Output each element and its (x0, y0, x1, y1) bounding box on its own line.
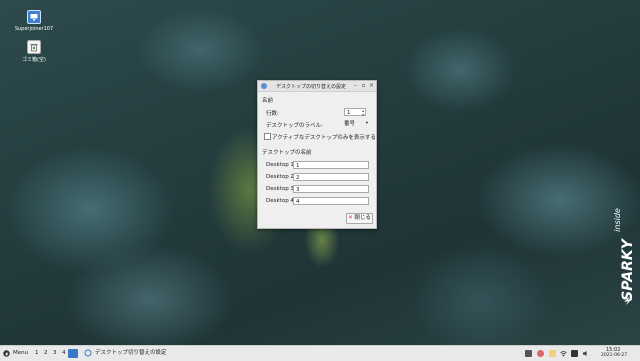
desktop-label-label: デスクトップのラベル: (266, 123, 323, 129)
dialog-titlebar[interactable]: デスクトップの切り替えの設定 – ▫ × (258, 81, 376, 92)
minimize-icon[interactable]: – (352, 82, 359, 89)
desktop-names-heading: デスクトップの名前 (262, 150, 312, 156)
active-only-checkbox[interactable] (264, 133, 271, 140)
brand-text: SPARKY (620, 237, 636, 301)
desktop-3-label: Desktop 3: (266, 186, 296, 192)
notes-icon[interactable] (549, 350, 556, 357)
desktop-4-name-field[interactable]: 4 (293, 197, 369, 205)
screenshot-icon[interactable] (525, 350, 532, 357)
close-icon[interactable]: × (368, 82, 375, 89)
network-icon[interactable] (560, 350, 567, 357)
rows-spinbox[interactable]: 1 ▴ ▾ (344, 108, 366, 117)
desktop-1-label: Desktop 1: (266, 162, 296, 168)
task-app-icon (84, 349, 92, 357)
name-section-heading: 名前 (262, 98, 274, 104)
desktop-2-value: 2 (296, 175, 300, 181)
close-button[interactable]: ✕ 閉じる (346, 213, 373, 224)
dialog-title: デスクトップの切り替えの設定 (275, 84, 346, 90)
close-x-icon: ✕ (348, 215, 353, 221)
desktop-icon-computer[interactable]: Superjoiner107 (14, 10, 54, 32)
desktop-icon-label: Superjoiner107 (14, 26, 54, 32)
rows-value: 1 (347, 110, 351, 116)
taskbar: Menu 1 2 3 4 デスクトップ切り替えの設定 15:02 2021-06… (0, 345, 640, 361)
workspace-3[interactable]: 3 (53, 349, 57, 358)
task-button[interactable]: デスクトップ切り替えの設定 (95, 349, 167, 358)
trash-icon (27, 40, 41, 54)
menu-button[interactable]: Menu (13, 349, 28, 358)
clock-date[interactable]: 2021-06-27 (601, 353, 627, 359)
battery-icon[interactable] (571, 350, 578, 357)
desktop-2-label: Desktop 2: (266, 174, 296, 180)
desktop-4-label: Desktop 4: (266, 198, 296, 204)
sparky-logo: inside SPARKY (606, 180, 640, 320)
app-icon (261, 83, 267, 89)
workspace-4[interactable]: 4 (62, 349, 66, 358)
rows-label: 行数: (266, 111, 279, 117)
desktop-label-value: 番号 (344, 121, 356, 127)
desktop-background: Superjoiner107 ゴミ箱(空) inside SPARKY デスクト… (0, 0, 640, 345)
workspace-2[interactable]: 2 (44, 349, 48, 358)
spin-arrows-icon[interactable]: ▴ ▾ (362, 109, 364, 117)
chevron-down-icon: ▾ (365, 121, 368, 126)
desktop-4-value: 4 (296, 199, 300, 205)
desktop-label-combo[interactable]: 番号 ▾ (344, 120, 368, 128)
desktop-1-value: 1 (296, 163, 300, 169)
show-desktop-icon[interactable] (68, 349, 78, 358)
desktop-icon-trash[interactable]: ゴミ箱(空) (14, 40, 54, 63)
active-only-label[interactable]: アクティブなデスクトップのみを表示する (272, 133, 376, 141)
workspace-1[interactable]: 1 (35, 349, 39, 358)
maximize-icon[interactable]: ▫ (360, 82, 367, 89)
desktop-icon-label: ゴミ箱(空) (22, 57, 46, 63)
desktop-1-name-field[interactable]: 1 (293, 161, 369, 169)
update-icon[interactable] (537, 350, 544, 357)
sparky-menu-icon[interactable] (3, 350, 10, 357)
brand-suffix: inside (613, 208, 622, 232)
pager-settings-dialog: デスクトップの切り替えの設定 – ▫ × 名前 行数: 1 ▴ ▾ デスクトップの… (257, 80, 377, 229)
desktop-2-name-field[interactable]: 2 (293, 173, 369, 181)
desktop-3-value: 3 (296, 187, 300, 193)
computer-icon (27, 10, 41, 24)
volume-icon[interactable] (582, 350, 589, 357)
desktop-3-name-field[interactable]: 3 (293, 185, 369, 193)
close-button-label: 閉じる (354, 215, 371, 221)
